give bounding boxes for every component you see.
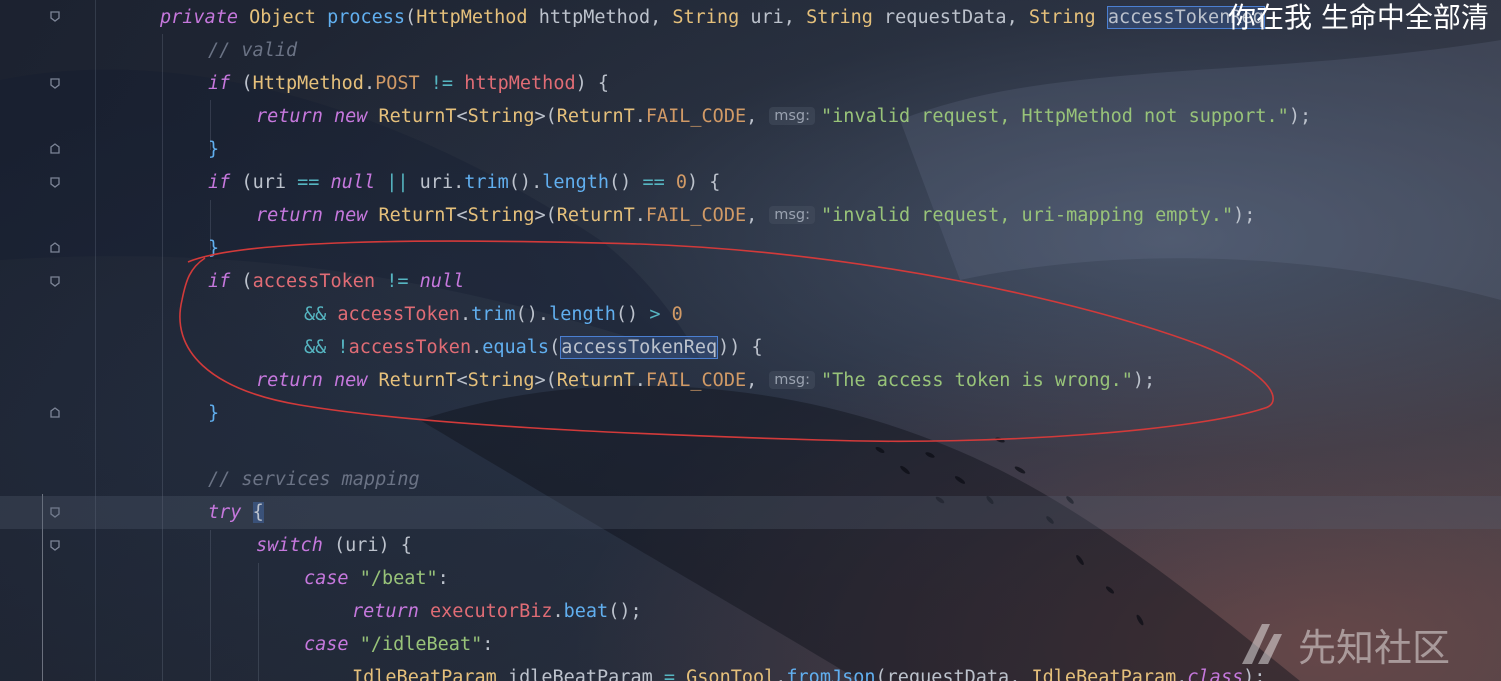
number: 0 [671, 304, 683, 325]
keyword: null [330, 172, 376, 193]
type: GsonTool [686, 667, 776, 681]
code-line-if-uri[interactable]: if (uri == null || uri.trim().length() =… [208, 166, 720, 199]
method-name: process [327, 7, 406, 28]
identifier: accessToken [348, 337, 472, 358]
constant: FAIL_CODE [645, 205, 747, 226]
keyword: return [256, 370, 323, 391]
keyword: case [304, 568, 349, 589]
type: IdleBeatParam [352, 667, 497, 681]
type: HttpMethod [252, 73, 364, 94]
code-line-return-2[interactable]: return new ReturnT<String>(ReturnT.FAIL_… [256, 199, 1255, 232]
identifier: accessToken [337, 304, 460, 325]
string-literal: "/beat" [359, 568, 438, 589]
code-line-if-token[interactable]: if (accessToken != null [208, 265, 464, 298]
code-line-return-1[interactable]: return new ReturnT<String>(ReturnT.FAIL_… [256, 100, 1311, 133]
keyword: case [304, 634, 349, 655]
constant: FAIL_CODE [645, 106, 747, 127]
string-literal: "The access token is wrong." [821, 370, 1133, 391]
param-highlighted: accessTokenReq [560, 336, 719, 359]
keyword: return [352, 601, 419, 622]
identifier: httpMethod [464, 73, 576, 94]
parameter-hint: msg: [769, 371, 816, 389]
identifier: uri [252, 172, 286, 193]
string-literal: "/idleBeat" [359, 634, 483, 655]
type: ReturnT [556, 370, 635, 391]
code-line-close-brace[interactable]: } [208, 397, 219, 430]
watermark: 先知社区 [1234, 614, 1494, 674]
code-line-token-length[interactable]: && accessToken.trim().length() > 0 [304, 298, 683, 331]
code-line-token-equals[interactable]: && !accessToken.equals(accessTokenReq)) … [304, 331, 763, 364]
keyword: return [256, 106, 323, 127]
param: uri [750, 7, 784, 28]
identifier: uri [345, 535, 379, 556]
param: requestData [884, 7, 1007, 28]
type: String [806, 7, 873, 28]
keyword: try [208, 502, 242, 523]
code-line-comment[interactable]: // services mapping [208, 463, 420, 496]
type: ReturnT [378, 370, 457, 391]
type: String [467, 370, 535, 391]
type: String [672, 7, 740, 28]
number: 0 [675, 172, 688, 193]
type: ReturnT [378, 106, 457, 127]
identifier: accessToken [252, 271, 376, 292]
keyword: if [208, 73, 231, 94]
type: IdleBeatParam [1031, 667, 1177, 681]
code-line-comment[interactable]: // valid [208, 34, 297, 67]
comment: // valid [208, 40, 298, 61]
keyword: return [256, 205, 323, 226]
keyword: new [333, 370, 368, 391]
comment: // services mapping [208, 469, 420, 490]
constant: POST [375, 73, 420, 94]
identifier: requestData [886, 667, 1010, 681]
identifier: executorBiz [429, 601, 553, 622]
parameter-hint: msg: [769, 206, 816, 224]
code-line-try[interactable]: try { [0, 496, 1501, 529]
xianzhi-logo-icon [1242, 624, 1282, 664]
keyword: if [208, 271, 231, 292]
code-line-return-beat[interactable]: return executorBiz.beat(); [352, 595, 642, 628]
type: ReturnT [378, 205, 457, 226]
method-call: beat [563, 601, 609, 622]
code-line-return-3[interactable]: return new ReturnT<String>(ReturnT.FAIL_… [256, 364, 1155, 397]
keyword: new [333, 106, 368, 127]
code-lines[interactable]: private Object process(HttpMethod httpMe… [0, 0, 1501, 681]
type: Object [249, 7, 316, 28]
keyword: if [208, 172, 231, 193]
code-line-switch[interactable]: switch (uri) { [256, 529, 412, 562]
method-call: trim [464, 172, 509, 193]
identifier: idleBeatParam [507, 667, 653, 681]
string-literal: "invalid request, uri-mapping empty." [821, 205, 1234, 226]
string-literal: "invalid request, HttpMethod not support… [821, 106, 1289, 127]
constant: FAIL_CODE [645, 370, 747, 391]
type: HttpMethod [416, 7, 528, 28]
code-line-close-brace[interactable]: } [208, 133, 219, 166]
type: ReturnT [556, 205, 635, 226]
code-line-case-idle[interactable]: case "/idleBeat": [304, 628, 493, 661]
param: httpMethod [538, 7, 651, 28]
type: String [1028, 7, 1096, 28]
code-line-idle-param[interactable]: IdleBeatParam idleBeatParam = GsonTool.f… [352, 661, 1265, 681]
method-call: trim [471, 304, 516, 325]
code-line-signature[interactable]: private Object process(HttpMethod httpMe… [160, 1, 1265, 34]
method-call: fromJson [786, 667, 876, 681]
type: String [467, 106, 535, 127]
code-line-if-method[interactable]: if (HttpMethod.POST != httpMethod) { [208, 67, 609, 100]
keyword: switch [256, 535, 323, 556]
type: ReturnT [556, 106, 635, 127]
code-editor[interactable]: private Object process(HttpMethod httpMe… [0, 0, 1501, 681]
overlay-caption: 你在我 生命中全部清 [1228, 1, 1489, 34]
watermark-text: 先知社区 [1298, 625, 1451, 670]
parameter-hint: msg: [769, 107, 816, 125]
code-line-case-beat[interactable]: case "/beat": [304, 562, 449, 595]
type: String [467, 205, 535, 226]
identifier: uri [419, 172, 454, 193]
method-call: length [542, 172, 610, 193]
method-call: equals [482, 337, 550, 358]
code-line-close-brace[interactable]: } [208, 232, 219, 265]
method-call: length [549, 304, 616, 325]
keyword: null [419, 271, 465, 292]
keyword: new [333, 205, 368, 226]
keyword: private [160, 7, 238, 28]
